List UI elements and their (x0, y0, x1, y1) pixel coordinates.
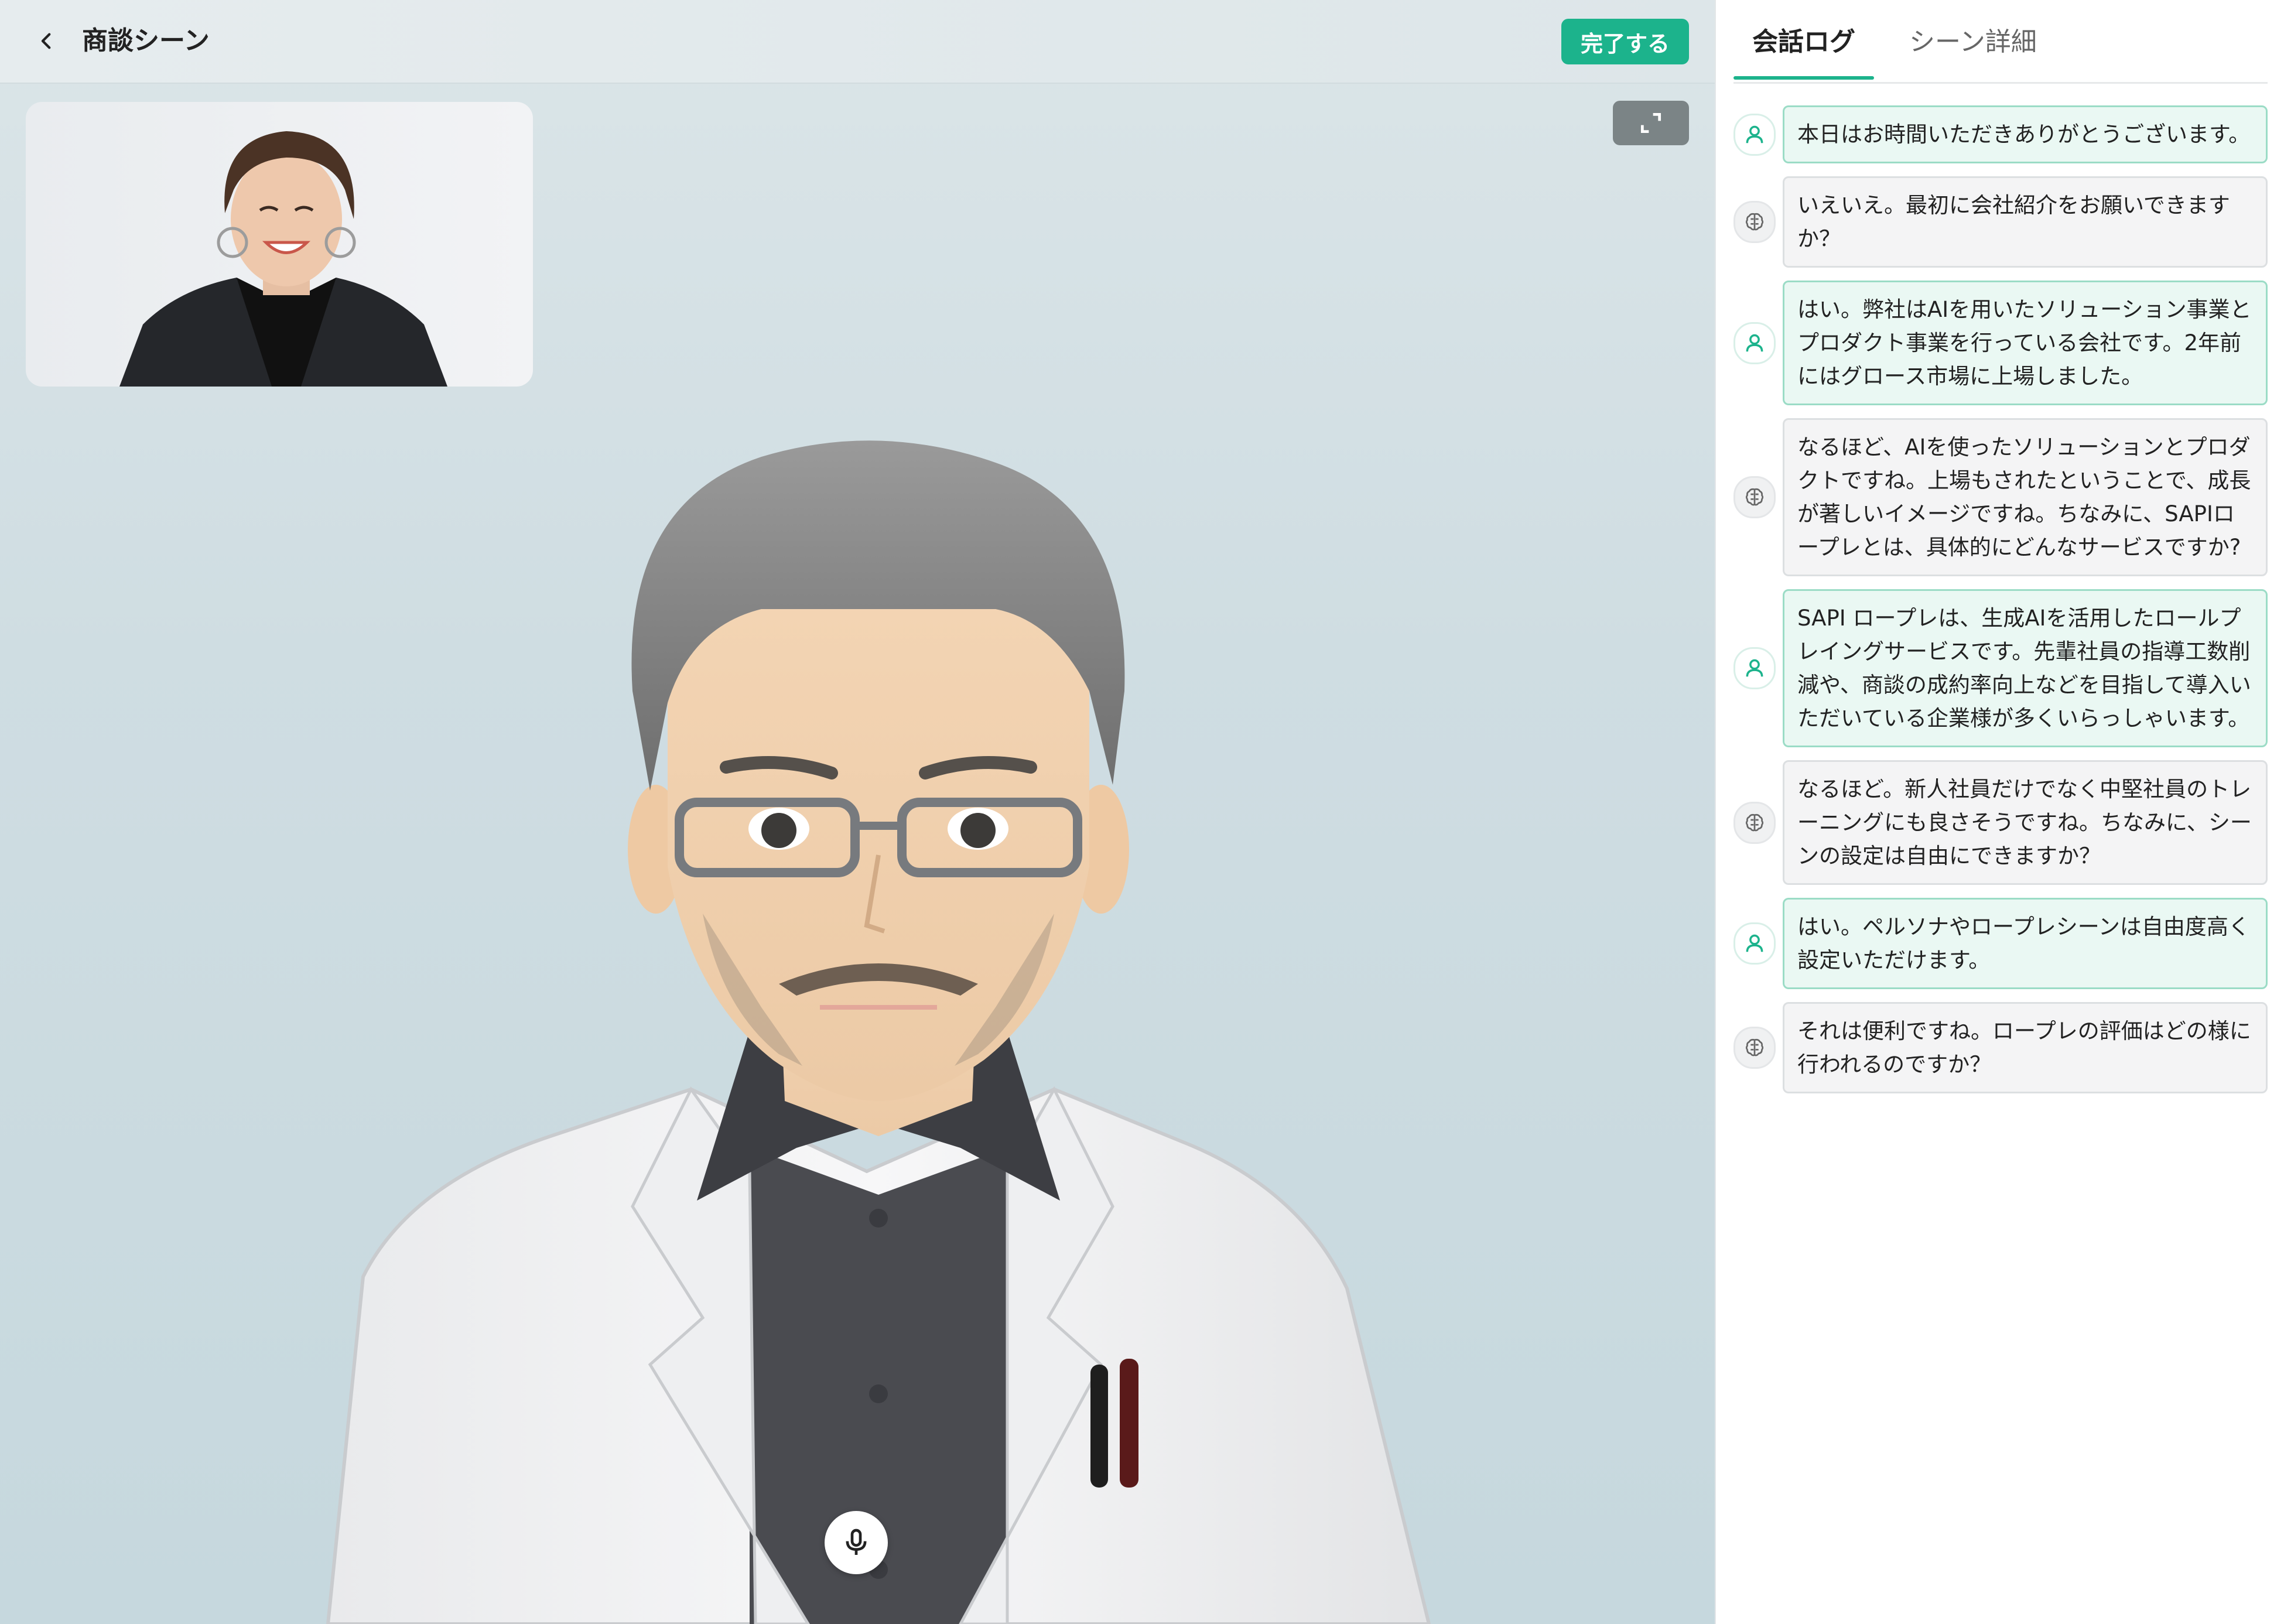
message-bubble: なるほど、AIを使ったソリューションとプロダクトですね。上場もされたということで… (1783, 418, 2268, 576)
chevron-left-icon (41, 33, 51, 49)
brain-icon (1733, 201, 1776, 243)
side-panel: 会話ログ シーン詳細 本日はお時間いただきありがとうございます。 いえいえ。最初… (1715, 0, 2284, 1624)
user-camera-preview (26, 102, 533, 387)
message-item: 本日はお時間いただきありがとうございます。 (1733, 105, 2268, 163)
message-item: いえいえ。最初に会社紹介をお願いできますか？ (1733, 176, 2268, 268)
message-bubble: それは便利ですね。ロープレの評価はどの様に行われるのですか？ (1783, 1002, 2268, 1093)
tab-conversation-log[interactable]: 会話ログ (1733, 25, 1874, 60)
tab-bar: 会話ログ シーン詳細 (1733, 0, 2268, 84)
message-bubble: いえいえ。最初に会社紹介をお願いできますか？ (1783, 176, 2268, 268)
conversation-log: 本日はお時間いただきありがとうございます。 いえいえ。最初に会社紹介をお願いでき… (1733, 105, 2268, 1106)
back-button[interactable] (29, 23, 64, 59)
user-icon (1733, 322, 1776, 364)
microphone-button[interactable] (825, 1511, 888, 1574)
tab-scene-details[interactable]: シーン詳細 (1909, 25, 2037, 60)
message-item: はい。弊社はAIを用いたソリューション事業とプロダクト事業を行っている会社です。… (1733, 281, 2268, 405)
expand-button[interactable] (1613, 101, 1689, 145)
expand-icon (1640, 112, 1661, 134)
microphone-icon (846, 1529, 867, 1555)
message-item: それは便利ですね。ロープレの評価はどの様に行われるのですか？ (1733, 1002, 2268, 1093)
message-bubble: なるほど。新人社員だけでなく中堅社員のトレーニングにも良さそうですね。ちなみに、… (1783, 760, 2268, 885)
user-icon (1733, 922, 1776, 965)
active-tab-indicator (1733, 76, 1874, 80)
brain-icon (1733, 476, 1776, 518)
user-icon (1733, 647, 1776, 689)
message-item: SAPI ロープレは、生成AIを活用したロールプレイングサービスです。先輩社員の… (1733, 589, 2268, 747)
user-icon (1733, 113, 1776, 156)
message-item: なるほど。新人社員だけでなく中堅社員のトレーニングにも良さそうですね。ちなみに、… (1733, 760, 2268, 885)
complete-button[interactable]: 完了する (1561, 19, 1689, 64)
message-bubble: 本日はお時間いただきありがとうございます。 (1783, 105, 2268, 163)
message-item: なるほど、AIを使ったソリューションとプロダクトですね。上場もされたということで… (1733, 418, 2268, 576)
brain-icon (1733, 1027, 1776, 1069)
video-stage: 商談シーン 完了する (0, 0, 1715, 1624)
message-bubble: はい。弊社はAIを用いたソリューション事業とプロダクト事業を行っている会社です。… (1783, 281, 2268, 405)
top-bar: 商談シーン 完了する (0, 0, 1715, 84)
message-bubble: はい。ペルソナやロープレシーンは自由度高く設定いただけます。 (1783, 898, 2268, 989)
message-bubble: SAPI ロープレは、生成AIを活用したロールプレイングサービスです。先輩社員の… (1783, 589, 2268, 747)
message-item: はい。ペルソナやロープレシーンは自由度高く設定いただけます。 (1733, 898, 2268, 989)
page-title: 商談シーン (82, 26, 210, 56)
user-video-feed (119, 131, 447, 387)
brain-icon (1733, 801, 1776, 844)
